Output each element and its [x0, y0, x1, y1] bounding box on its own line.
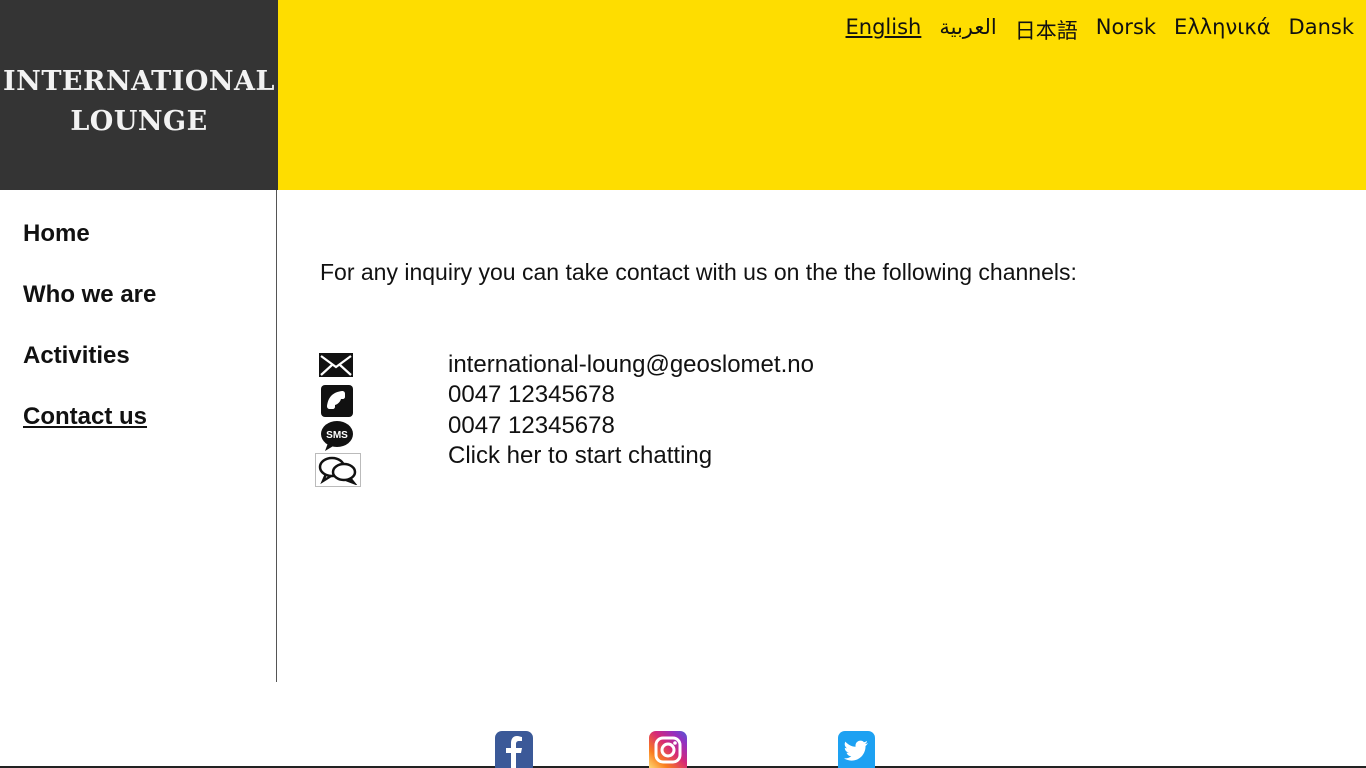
logo-text: INTERNATIONAL LOUNGE — [3, 66, 275, 137]
nav-item-home[interactable]: Home — [23, 220, 156, 248]
contact-phone[interactable]: 0047 12345678 — [448, 380, 615, 410]
language-danish[interactable]: Dansk — [1289, 15, 1354, 45]
language-switcher: English العربية 日本語 Norsk Ελληνικά Dansk — [846, 15, 1354, 45]
header-bar: English العربية 日本語 Norsk Ελληνικά Dansk — [278, 0, 1366, 190]
nav-item-activities[interactable]: Activities — [23, 342, 156, 370]
contact-chat-link[interactable]: Click her to start chatting — [448, 441, 712, 471]
language-arabic[interactable]: العربية — [939, 15, 996, 45]
twitter-icon[interactable] — [838, 731, 875, 768]
svg-text:SMS: SMS — [326, 430, 348, 441]
contact-sms[interactable]: 0047 12345678 — [448, 411, 615, 441]
contact-intro: For any inquiry you can take contact wit… — [320, 259, 1077, 285]
nav-item-contact-us[interactable]: Contact us — [23, 403, 156, 431]
contact-sms-row: SMS 0047 12345678 — [316, 411, 1016, 451]
contact-email-row: international-loung@geoslomet.no — [316, 350, 1016, 380]
language-japanese[interactable]: 日本語 — [1015, 15, 1078, 45]
language-english[interactable]: English — [846, 15, 922, 45]
logo[interactable]: INTERNATIONAL LOUNGE — [0, 0, 278, 190]
contact-email[interactable]: international-loung@geoslomet.no — [448, 350, 814, 380]
contact-chat-row: Click her to start chatting — [315, 441, 1016, 487]
sidebar-divider — [276, 190, 277, 682]
nav-item-who-we-are[interactable]: Who we are — [23, 281, 156, 309]
chat-icon[interactable] — [315, 453, 361, 487]
envelope-icon — [319, 353, 353, 377]
facebook-icon[interactable] — [495, 731, 533, 768]
sidebar-nav: Home Who we are Activities Contact us — [23, 220, 156, 431]
page: INTERNATIONAL LOUNGE English العربية 日本語… — [0, 0, 1366, 768]
instagram-icon[interactable] — [649, 731, 687, 768]
language-greek[interactable]: Ελληνικά — [1174, 15, 1271, 45]
language-norwegian[interactable]: Norsk — [1096, 15, 1156, 45]
contact-phone-row: 0047 12345678 — [316, 380, 1016, 417]
